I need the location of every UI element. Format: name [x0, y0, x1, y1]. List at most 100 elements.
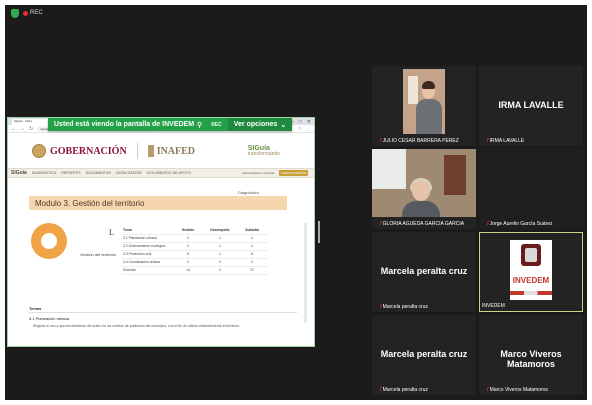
splitter-handle[interactable]	[318, 221, 320, 243]
invedem-logo: INVEDEM	[510, 240, 552, 300]
record-dot-icon	[23, 10, 28, 16]
participant-placeholder-name: Marcela peralta cruz	[380, 349, 468, 359]
video-person	[412, 181, 430, 201]
meeting-topbar: REC	[5, 5, 587, 21]
viewing-text: Usted está viendo la pantalla de INVEDEM	[54, 121, 195, 128]
mic-off-icon: /	[380, 387, 382, 393]
chevron-down-icon: ⌄	[280, 121, 287, 129]
video-window	[372, 149, 406, 189]
participant-placeholder-name: IRMA LAVALLE	[498, 100, 564, 110]
participant-tile[interactable]: / GLORIA AGUEDA GARCIA GARCIA	[372, 149, 476, 229]
inafed-mark-icon	[147, 145, 154, 157]
participant-name: INVEDEM	[482, 303, 505, 309]
participant-name-text: GLORIA AGUEDA GARCIA GARCIA	[382, 221, 465, 227]
browser-tab[interactable]: Siguia - Inicio	[12, 118, 50, 125]
table-scrollbar[interactable]	[304, 223, 307, 323]
table-cell: 3	[172, 258, 204, 267]
table-cell: 14	[172, 266, 204, 275]
view-options-button[interactable]: Ver opciones ⌄	[227, 118, 293, 131]
pin-icon[interactable]: ⚲	[197, 121, 202, 129]
invedem-stripe	[510, 291, 552, 295]
banner-rec-label: REC	[211, 121, 222, 128]
participant-name-text: IRMA LAVALLE	[489, 138, 525, 144]
participant-tile[interactable]: / JULIO CESAR BARRERA PEREZ	[372, 66, 476, 146]
participant-placeholder-name: Marco Viveros Matamoros	[500, 349, 562, 369]
gobernacion-title: GOBERNACIÓN	[50, 145, 127, 157]
reload-icon[interactable]: ↻	[29, 126, 33, 132]
col-header-gestion: Gestión	[172, 226, 204, 235]
mic-off-icon: /	[380, 138, 382, 144]
table-row: 3.1 Planeación urbana 3 1 4	[122, 234, 268, 243]
browser-actions: ☆ ⋮	[298, 126, 311, 132]
participant-video	[403, 69, 445, 134]
recording-indicator: REC	[23, 10, 43, 16]
maximize-icon[interactable]: □	[299, 119, 302, 125]
nav-item-apoyo[interactable]: DOCUMENTOS DE APOYO	[147, 171, 191, 175]
participant-name: / Marco Viveros Matamoros	[487, 387, 548, 393]
star-icon[interactable]: ☆	[298, 126, 302, 132]
extensions-icon[interactable]: ⋮	[306, 126, 311, 132]
mic-off-icon: /	[380, 221, 382, 227]
video-person	[416, 99, 442, 134]
participant-tile[interactable]: Marcela peralta cruz / Marcela peralta c…	[372, 232, 476, 312]
participant-name-text: Jorge Aurelio García Suárez	[489, 221, 553, 227]
participant-tile-active-speaker[interactable]: INVEDEM INVEDEM	[479, 232, 583, 312]
table-row: 3.2 Ordenamiento ecológico 3 1 4	[122, 242, 268, 251]
table-cell: 3	[236, 258, 268, 267]
video-door	[444, 155, 466, 195]
forward-arrow-icon[interactable]: →	[20, 126, 25, 132]
page-tag: Diagnóstico	[238, 190, 259, 195]
table-cell: 5	[172, 250, 204, 259]
header-divider	[136, 143, 138, 159]
inafed-title: INAFED	[156, 145, 196, 157]
recording-label: REC	[30, 10, 43, 16]
viewing-notice: Usted está viendo la pantalla de INVEDEM…	[48, 118, 228, 131]
table-header-row: Tema Gestión Desempeño Subtotal	[122, 226, 268, 235]
col-header-desempeno: Desempeño	[204, 226, 236, 235]
participant-tile[interactable]: IRMA LAVALLE / IRMA LAVALLE	[479, 66, 583, 146]
participant-tile[interactable]: / Jorge Aurelio García Suárez	[479, 149, 583, 229]
site-navbar: SIGuía DIAGNÓSTICO REPORTES DOCUMENTOS C…	[8, 168, 314, 178]
table-cell: 3.2 Ordenamiento ecológico	[122, 242, 172, 251]
video-person	[402, 201, 440, 217]
module-gear-icon	[31, 223, 67, 259]
table-cell: 3.1 Planeación urbana	[122, 234, 172, 243]
module-title: Modulo 3. Gestión del territorio	[29, 196, 287, 210]
table-cell: 3	[204, 266, 236, 275]
invedem-logo-text: INVEDEM	[512, 276, 550, 285]
mic-off-icon: /	[380, 304, 382, 310]
participant-name-text: Marcela peralta cruz	[382, 304, 428, 310]
video-window	[407, 75, 419, 105]
col-header-subtotal: Subtotal	[236, 226, 268, 235]
nav-item-reportes[interactable]: REPORTES	[61, 171, 80, 175]
table-cell: 3.4 Coordinación urbana	[122, 258, 172, 267]
participant-name-text: Marco Viveros Matamoros	[489, 387, 548, 393]
site-header: GOBERNACIÓN INAFED SIGuía transformando	[8, 134, 314, 168]
user-info: Administrador municipal	[242, 171, 275, 175]
participant-name: / Marcela peralta cruz	[380, 387, 428, 393]
logout-button[interactable]: CERRAR SESIÓN	[279, 170, 308, 176]
table-cell: 17	[236, 266, 268, 275]
shield-icon[interactable]	[11, 8, 19, 18]
back-arrow-icon[interactable]: ←	[11, 126, 16, 132]
shared-screen[interactable]: Siguia - Inicio — □ ✕ ← → ↻ ☆ ⋮ GOBERNAC…	[7, 117, 315, 347]
table-row-group-label: Gestión del territorio	[80, 252, 117, 257]
module-letter: L	[109, 228, 114, 237]
participant-name-text: INVEDEM	[482, 303, 505, 309]
nav-item-capacitacion[interactable]: CAPACITACIÓN	[116, 171, 142, 175]
mic-off-icon: /	[487, 138, 489, 144]
temas-heading: Temas	[29, 306, 42, 311]
participant-tile[interactable]: Marcela peralta cruz / Marcela peralta c…	[372, 315, 476, 395]
nav-item-documentos[interactable]: DOCUMENTOS	[86, 171, 111, 175]
navbar-brand[interactable]: SIGuía	[11, 170, 27, 176]
participant-name: / JULIO CESAR BARRERA PEREZ	[380, 138, 459, 144]
participant-tile[interactable]: Marco Viveros Matamoros / Marco Viveros …	[479, 315, 583, 395]
close-icon[interactable]: ✕	[307, 119, 311, 125]
participant-name-text: Marcela peralta cruz	[382, 387, 428, 393]
table-row: 3.4 Coordinación urbana 3 0 3	[122, 258, 268, 267]
nav-item-diagnostico[interactable]: DIAGNÓSTICO	[32, 171, 57, 175]
mic-off-icon: /	[487, 387, 489, 393]
participant-name: / Jorge Aurelio García Suárez	[487, 221, 552, 227]
invedem-seal-icon	[521, 244, 541, 266]
table-subtotal-row: Subtotal 14 3 17	[122, 266, 268, 275]
